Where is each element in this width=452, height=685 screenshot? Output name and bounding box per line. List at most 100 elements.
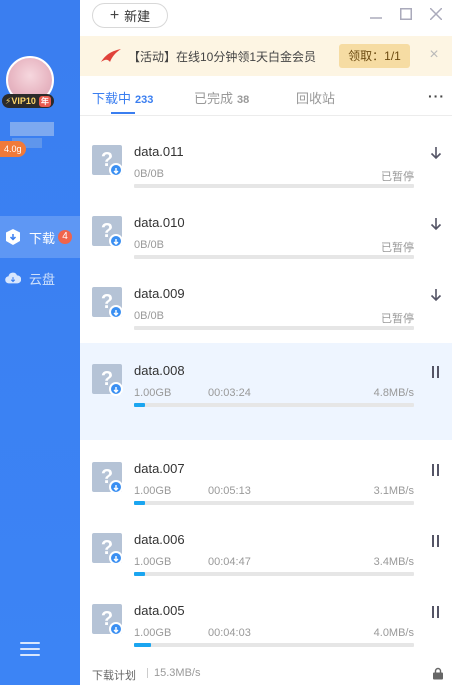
- progress-fill: [134, 501, 146, 505]
- username-blurred: [10, 122, 54, 136]
- tab-count: 38: [237, 94, 250, 106]
- download-badge-icon: [109, 480, 123, 494]
- progress-bar: [134, 403, 414, 407]
- download-shield-icon: [5, 229, 21, 245]
- download-badge-icon: [109, 551, 123, 565]
- file-size: 0B/0B: [134, 310, 164, 322]
- footer-divider: [147, 668, 148, 678]
- maximize-icon[interactable]: [398, 6, 414, 22]
- progress-bar: [134, 572, 414, 576]
- vip-badge[interactable]: ⚡ VIP10 年: [2, 94, 54, 108]
- download-speed: 4.8MB/s: [373, 387, 414, 399]
- download-plan-link[interactable]: 下载计划: [92, 667, 136, 683]
- vip-year-tag: 年: [38, 95, 51, 107]
- file-name: data.005: [134, 603, 185, 618]
- status-text: 已暂停: [381, 242, 414, 254]
- close-icon[interactable]: [428, 6, 444, 22]
- total-speed: 15.3MB/s: [154, 667, 201, 679]
- minimize-icon[interactable]: [368, 6, 384, 22]
- download-row[interactable]: ? data.008 1.00GB 00:03:24 4.8MB/s: [80, 343, 452, 440]
- sidebar-item-label: 云盘: [29, 271, 56, 287]
- sidebar: ⚡ VIP10 年 4.0g 下载 4 云盘: [0, 0, 80, 685]
- pause-icon[interactable]: [428, 534, 444, 550]
- tab-completed[interactable]: 已完成 38: [194, 88, 249, 107]
- resume-download-icon[interactable]: [428, 146, 444, 162]
- new-task-button[interactable]: + 新建: [92, 3, 168, 28]
- download-speed: 3.4MB/s: [373, 556, 414, 568]
- more-options-icon[interactable]: ···: [428, 88, 445, 104]
- time-remaining: 00:03:24: [208, 387, 251, 399]
- time-remaining: 00:05:13: [208, 485, 251, 497]
- file-name: data.006: [134, 532, 185, 547]
- download-badge-icon: [109, 163, 123, 177]
- download-badge-icon: [109, 234, 123, 248]
- main-panel: + 新建 【活动】在线10分钟领1天白金会员 领取：1/1 × 下载中 233 已…: [80, 0, 452, 685]
- progress-bar: [134, 501, 414, 505]
- promo-banner[interactable]: 【活动】在线10分钟领1天白金会员 领取：1/1 ×: [80, 36, 452, 76]
- download-speed: 3.1MB/s: [373, 485, 414, 497]
- progress-bar: [134, 255, 414, 259]
- tab-label: 已完成: [194, 91, 234, 106]
- download-row[interactable]: ? data.007 1.00GB 00:05:13 3.1MB/s: [80, 441, 452, 512]
- download-count-badge: 4: [58, 230, 73, 244]
- download-row[interactable]: ? data.005 1.00GB 00:04:03 4.0MB/s: [80, 583, 452, 654]
- tab-downloading[interactable]: 下载中 233: [92, 88, 153, 107]
- status-text: 已暂停: [381, 313, 414, 325]
- status-text: 已暂停: [381, 171, 414, 183]
- file-name: data.009: [134, 286, 185, 301]
- progress-bar: [134, 184, 414, 188]
- topbar: + 新建: [80, 0, 452, 32]
- resume-download-icon[interactable]: [428, 288, 444, 304]
- resume-download-icon[interactable]: [428, 217, 444, 233]
- file-size: 1.00GB: [134, 627, 172, 639]
- tab-label: 回收站: [296, 91, 336, 106]
- progress-fill: [134, 572, 146, 576]
- file-size: 1.00GB: [134, 387, 172, 399]
- new-task-label: 新建: [124, 9, 151, 24]
- tab-active-indicator: [111, 112, 135, 114]
- download-row[interactable]: ? data.011 0B/0B 已暂停: [80, 124, 452, 195]
- tab-label: 下载中: [92, 91, 132, 106]
- time-remaining: 00:04:47: [208, 556, 251, 568]
- speed-tag: 4.0g: [0, 141, 26, 157]
- download-row[interactable]: ? data.009 0B/0B 已暂停: [80, 266, 452, 337]
- file-name: data.010: [134, 215, 185, 230]
- progress-bar: [134, 326, 414, 330]
- download-badge-icon: [109, 622, 123, 636]
- cloud-icon: [5, 270, 21, 286]
- file-size: 1.00GB: [134, 485, 172, 497]
- footer: 下载计划 15.3MB/s: [80, 660, 452, 685]
- time-remaining: 00:04:03: [208, 627, 251, 639]
- progress-fill: [134, 403, 146, 407]
- sidebar-item-download[interactable]: 下载 4: [0, 216, 80, 258]
- pause-icon[interactable]: [428, 605, 444, 621]
- vip-level: VIP10: [11, 96, 36, 106]
- lock-icon[interactable]: [432, 667, 444, 680]
- download-tabs: 下载中 233 已完成 38 回收站 ···: [80, 78, 452, 116]
- pause-icon[interactable]: [428, 463, 444, 479]
- xunlei-bird-icon: [100, 48, 122, 64]
- file-size: 0B/0B: [134, 168, 164, 180]
- tab-count: 233: [135, 94, 154, 106]
- menu-icon[interactable]: [20, 642, 40, 658]
- download-badge-icon: [109, 305, 123, 319]
- download-row[interactable]: ? data.006 1.00GB 00:04:47 3.4MB/s: [80, 512, 452, 583]
- sidebar-item-label: 下载: [29, 230, 56, 246]
- file-name: data.011: [134, 144, 184, 159]
- download-speed: 4.0MB/s: [373, 627, 414, 639]
- download-row[interactable]: ? data.010 0B/0B 已暂停: [80, 195, 452, 266]
- file-name: data.007: [134, 461, 185, 476]
- progress-fill: [134, 643, 151, 647]
- plus-icon: +: [109, 6, 120, 24]
- pause-icon[interactable]: [428, 365, 444, 381]
- file-size: 1.00GB: [134, 556, 172, 568]
- promo-text: 【活动】在线10分钟领1天白金会员: [128, 49, 317, 64]
- file-name: data.008: [134, 363, 185, 378]
- sidebar-item-cloud[interactable]: 云盘: [0, 257, 80, 299]
- file-size: 0B/0B: [134, 239, 164, 251]
- progress-bar: [134, 643, 414, 647]
- tab-recycle-bin[interactable]: 回收站: [296, 88, 335, 107]
- claim-button[interactable]: 领取：1/1: [339, 44, 410, 68]
- download-badge-icon: [109, 382, 123, 396]
- banner-close-icon[interactable]: ×: [426, 47, 442, 63]
